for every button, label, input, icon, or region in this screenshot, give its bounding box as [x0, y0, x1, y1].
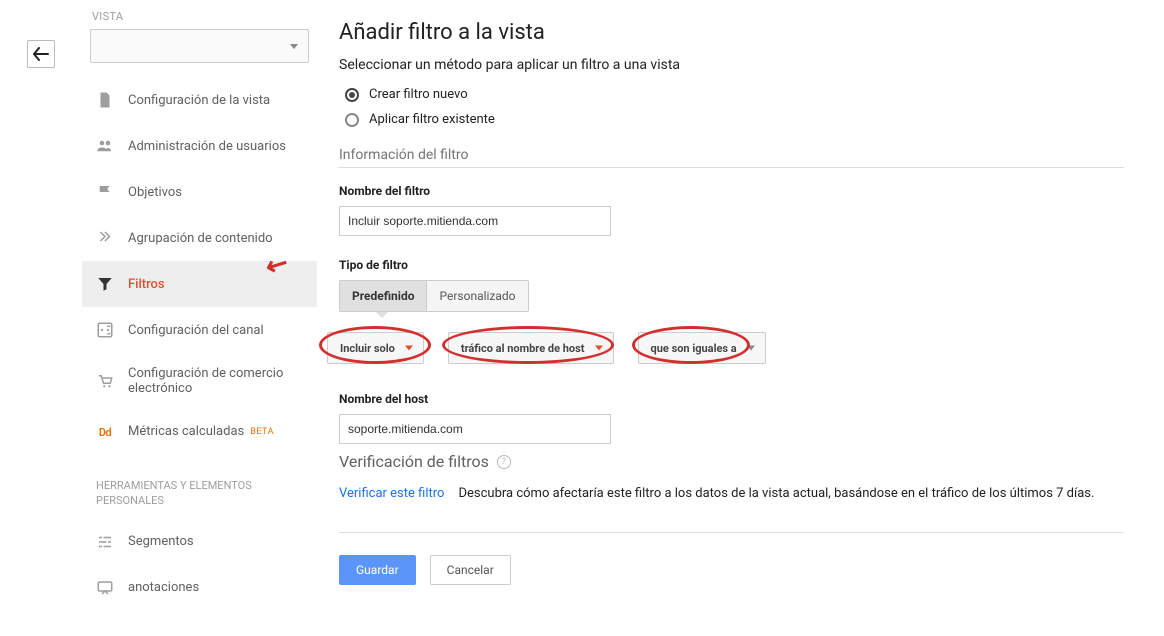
content-group-icon: [96, 229, 114, 247]
sidebar-item-label: Configuración de la vista: [128, 93, 270, 108]
document-icon: [96, 91, 114, 109]
filter-traffic-dropdown[interactable]: tráfico al nombre de host: [448, 332, 614, 364]
sidebar-item-annotations[interactable]: anotaciones: [82, 565, 317, 611]
sidebar-item-calculated-metrics[interactable]: Dd Métricas calculadas BETA: [82, 409, 317, 455]
chevron-down-icon: [405, 346, 413, 351]
tab-custom[interactable]: Personalizado: [426, 281, 527, 311]
radio-apply-existing[interactable]: Aplicar filtro existente: [339, 112, 1124, 127]
flag-icon: [96, 183, 114, 201]
chevron-down-icon: [595, 346, 603, 351]
sidebar-item-segments[interactable]: Segmentos: [82, 519, 317, 565]
sidebar-item-label: Objetivos: [128, 185, 182, 200]
verify-description: Descubra cómo afectaría este filtro a lo…: [458, 485, 1094, 504]
sidebar-item-label: Filtros: [128, 277, 165, 292]
arrow-left-icon: [33, 47, 49, 61]
sidebar-item-label: Métricas calculadas: [128, 424, 244, 440]
sidebar-section-label: VISTA: [82, 10, 317, 29]
filter-match-dropdown[interactable]: que son iguales a: [638, 332, 766, 364]
calculated-metrics-icon: Dd: [96, 423, 114, 441]
view-selector-dropdown[interactable]: [90, 29, 309, 63]
sidebar-item-view-settings[interactable]: Configuración de la vista: [82, 77, 317, 123]
chevron-down-icon: [290, 44, 298, 49]
sidebar-item-goals[interactable]: Objetivos: [82, 169, 317, 215]
sidebar-item-channel-settings[interactable]: Configuración del canal: [82, 307, 317, 353]
channel-settings-icon: [96, 321, 114, 339]
filter-include-dropdown[interactable]: Incluir solo: [327, 332, 424, 364]
radio-icon: [345, 88, 359, 102]
help-icon[interactable]: ?: [497, 455, 511, 469]
tab-indicator-arrow: [375, 311, 389, 318]
sidebar-item-label: Segmentos: [128, 534, 194, 549]
users-icon: [96, 137, 114, 155]
cancel-button[interactable]: Cancelar: [430, 555, 511, 585]
sidebar-item-ecommerce-settings[interactable]: Configuración de comercio electrónico: [82, 353, 317, 409]
filter-type-label: Tipo de filtro: [339, 258, 1124, 272]
beta-badge: BETA: [250, 427, 274, 438]
filter-type-tabs: Predefinido Personalizado: [339, 280, 529, 312]
sidebar-personal-heading: HERRAMIENTAS Y ELEMENTOS PERSONALES: [82, 455, 317, 519]
tab-predefined[interactable]: Predefinido: [340, 281, 426, 311]
sidebar-item-label: Administración de usuarios: [128, 139, 286, 154]
verify-filter-link[interactable]: Verificar este filtro: [339, 486, 444, 501]
sidebar-item-filters[interactable]: Filtros ↙: [82, 261, 317, 307]
radio-label: Aplicar filtro existente: [369, 112, 495, 127]
sidebar-item-user-management[interactable]: Administración de usuarios: [82, 123, 317, 169]
radio-icon: [345, 113, 359, 127]
verify-heading: Verificación de filtros: [339, 452, 489, 471]
hostname-label: Nombre del host: [339, 392, 1124, 406]
sidebar-item-label: anotaciones: [128, 580, 199, 595]
sidebar: VISTA Configuración de la vista Administ…: [82, 0, 317, 636]
dropdown-value: Incluir solo: [340, 342, 395, 355]
hostname-input[interactable]: [339, 414, 611, 444]
sidebar-item-content-grouping[interactable]: Agrupación de contenido: [82, 215, 317, 261]
dropdown-value: que son iguales a: [651, 342, 737, 355]
method-heading: Seleccionar un método para aplicar un fi…: [339, 57, 1124, 73]
sidebar-item-label: Configuración de comercio electrónico: [128, 366, 303, 396]
sidebar-item-label: Agrupación de contenido: [128, 231, 273, 246]
back-button[interactable]: [27, 40, 55, 68]
divider: [339, 532, 1124, 533]
page-title: Añadir filtro a la vista: [339, 20, 1124, 45]
save-button[interactable]: Guardar: [339, 555, 416, 585]
dropdown-value: tráfico al nombre de host: [461, 342, 585, 355]
cart-icon: [96, 372, 114, 390]
annotations-icon: [96, 579, 114, 597]
filter-name-label: Nombre del filtro: [339, 184, 1124, 198]
radio-create-new[interactable]: Crear filtro nuevo: [339, 87, 1124, 102]
segments-icon: [96, 533, 114, 551]
sidebar-item-label: Configuración del canal: [128, 323, 264, 338]
radio-label: Crear filtro nuevo: [369, 87, 468, 102]
main-content: Añadir filtro a la vista Seleccionar un …: [317, 0, 1164, 636]
chevron-down-icon: [747, 346, 755, 351]
filter-name-input[interactable]: [339, 206, 611, 236]
filter-icon: [96, 275, 114, 293]
filter-info-heading: Información del filtro: [339, 147, 1124, 168]
